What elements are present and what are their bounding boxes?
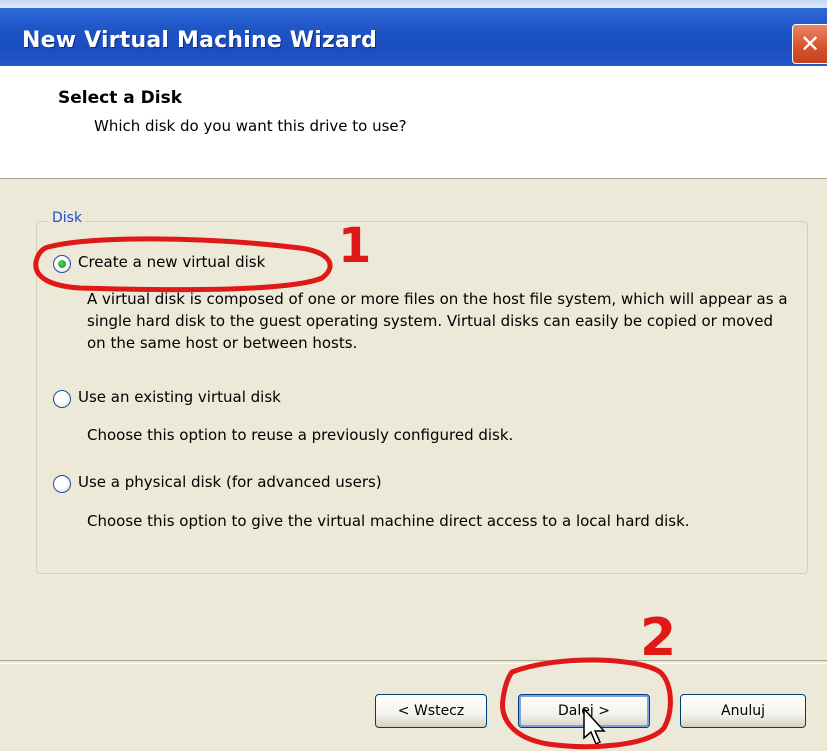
- radio-create-new-disk[interactable]: [53, 255, 71, 273]
- option-use-physical-disk-description: Choose this option to give the virtual m…: [87, 512, 690, 530]
- option-create-new-disk-description: A virtual disk is composed of one or mor…: [87, 290, 788, 352]
- window-title: New Virtual Machine Wizard: [22, 28, 378, 53]
- option-use-physical-disk-label[interactable]: Use a physical disk (for advanced users): [78, 473, 382, 491]
- option-create-new-disk-label[interactable]: Create a new virtual disk: [78, 253, 265, 271]
- title-bar[interactable]: New Virtual Machine Wizard ✕: [0, 8, 827, 66]
- page-title: Select a Disk: [58, 88, 183, 108]
- close-button[interactable]: ✕: [792, 24, 827, 64]
- radio-use-existing-disk[interactable]: [53, 390, 71, 408]
- option-use-existing-disk-description: Choose this option to reuse a previously…: [87, 426, 514, 444]
- cancel-button[interactable]: Anuluj: [680, 694, 806, 728]
- back-button[interactable]: < Wstecz: [375, 694, 487, 728]
- close-icon: ✕: [799, 30, 821, 58]
- annotation-number-2: 2: [640, 608, 676, 668]
- next-button[interactable]: Dalej >: [518, 694, 650, 728]
- option-use-existing-disk-label[interactable]: Use an existing virtual disk: [78, 388, 281, 406]
- radio-use-physical-disk[interactable]: [53, 475, 71, 493]
- window-top-strip: [0, 0, 827, 8]
- wizard-header: Select a Disk Which disk do you want thi…: [0, 66, 827, 179]
- wizard-window: New Virtual Machine Wizard ✕ Select a Di…: [0, 0, 827, 751]
- footer-separator: [0, 660, 827, 664]
- disk-group-label: Disk: [48, 210, 87, 226]
- page-subtitle: Which disk do you want this drive to use…: [94, 117, 407, 135]
